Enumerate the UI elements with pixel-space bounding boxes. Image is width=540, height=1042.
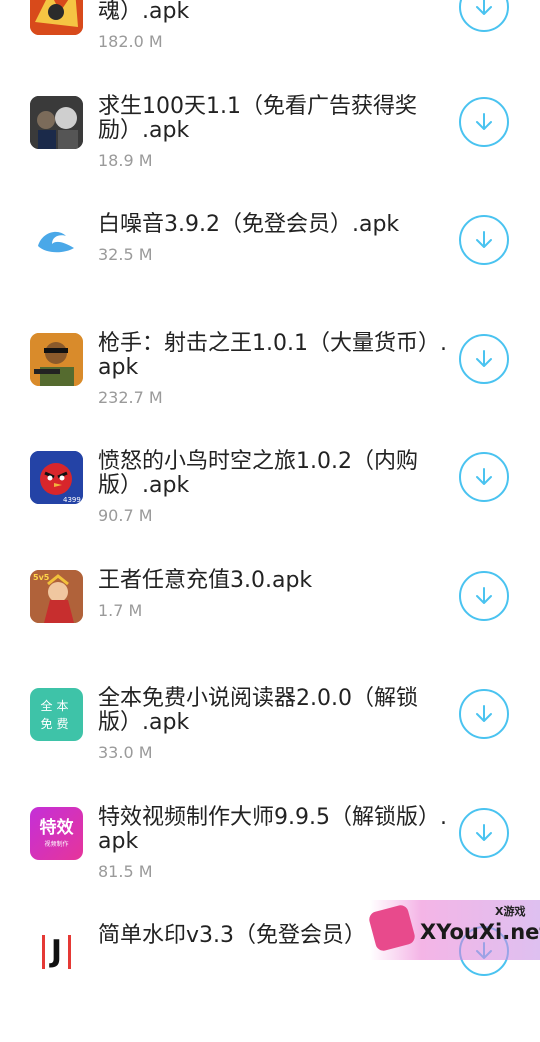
download-button[interactable]: [459, 571, 509, 621]
app-size: 90.7 M: [98, 506, 153, 525]
download-arrow-icon: [476, 113, 492, 130]
app-title: 特效视频制作大师9.9.5（解锁版）.apk: [98, 805, 447, 854]
app-title: 求生100天1.1（免看广告获得奖励）.apk: [98, 94, 417, 143]
watermark-text: XYouXi.net: [420, 920, 540, 944]
app-title: 全本免费小说阅读器2.0.0（解锁版）.apk: [98, 686, 418, 735]
icon-text: 全本: [40, 698, 73, 713]
app-title: 白噪音3.9.2（免登会员）.apk: [98, 212, 400, 237]
list-item[interactable]: 魂）.apk 182.0 M: [0, 0, 540, 90]
download-arrow-icon: [476, 587, 492, 604]
wave-icon: [30, 214, 83, 267]
app-size: 18.9 M: [98, 151, 153, 170]
download-button[interactable]: [459, 334, 509, 384]
app-size: 232.7 M: [98, 388, 163, 407]
novel-reader-icon: 全本 免费: [30, 688, 83, 741]
list-item[interactable]: 5v5 王者任意充值3.0.apk 1.7 M: [0, 569, 540, 687]
download-button[interactable]: [459, 689, 509, 739]
action-game-icon: [30, 0, 83, 35]
icon-badge: 5v5: [33, 573, 50, 582]
download-arrow-icon: [476, 468, 492, 485]
list-item[interactable]: 枪手：射击之王1.0.1（大量货币）.apk 232.7 M: [0, 332, 540, 450]
list-item[interactable]: 4399 愤怒的小鸟时空之旅1.0.2（内购版）.apk 90.7 M: [0, 450, 540, 568]
download-arrow-icon: [476, 0, 492, 15]
app-size: 1.7 M: [98, 601, 143, 620]
app-title: 魂）.apk: [98, 0, 190, 24]
angry-bird-icon: 4399: [30, 451, 83, 504]
list-item[interactable]: 求生100天1.1（免看广告获得奖励）.apk 18.9 M: [0, 95, 540, 213]
app-size: 33.0 M: [98, 743, 153, 762]
app-size: 32.5 M: [98, 245, 153, 264]
app-size: 182.0 M: [98, 32, 163, 51]
app-size: 81.5 M: [98, 862, 153, 881]
app-title: 王者任意充值3.0.apk: [98, 568, 313, 593]
icon-text: 免费: [40, 716, 73, 731]
icon-text: 特效: [39, 818, 74, 838]
granny-horror-icon: [30, 96, 83, 149]
download-button[interactable]: [459, 808, 509, 858]
icon-text: 视频制作: [44, 841, 69, 848]
download-arrow-icon: [476, 705, 492, 722]
list-item[interactable]: 白噪音3.9.2（免登会员）.apk 32.5 M: [0, 213, 540, 331]
video-effects-icon: 特效 视频制作: [30, 807, 83, 860]
download-button[interactable]: [459, 97, 509, 147]
hero-5v5-icon: 5v5: [30, 570, 83, 623]
download-button[interactable]: [459, 215, 509, 265]
watermark-small-text: X游戏: [495, 905, 526, 918]
watermark-j-icon: J: [30, 925, 83, 978]
icon-text: J: [41, 934, 72, 969]
download-arrow-icon: [476, 824, 492, 841]
download-arrow-icon: [476, 231, 492, 248]
list-item[interactable]: 全本 免费 全本免费小说阅读器2.0.0（解锁版）.apk 33.0 M: [0, 687, 540, 805]
app-title: 枪手：射击之王1.0.1（大量货币）.apk: [98, 331, 447, 380]
gunman-icon: [30, 333, 83, 386]
download-arrow-icon: [476, 350, 492, 367]
icon-badge: 4399: [63, 496, 81, 504]
app-title: 愤怒的小鸟时空之旅1.0.2（内购版）.apk: [98, 449, 418, 498]
download-button[interactable]: [459, 0, 509, 32]
download-button[interactable]: [459, 452, 509, 502]
